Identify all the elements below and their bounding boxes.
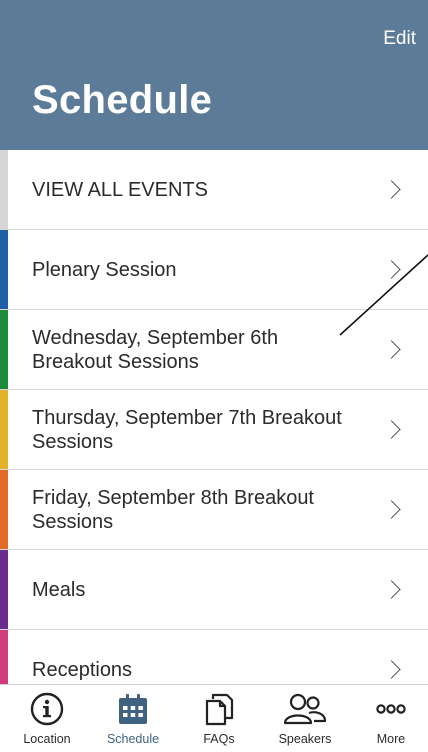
category-color-stripe [0,550,8,629]
category-color-stripe [0,470,8,549]
category-color-stripe [0,150,8,229]
documents-icon [201,691,237,732]
list-item-label: VIEW ALL EVENTS [32,178,208,201]
tab-label: Location [23,732,71,746]
annotation-pointer-line [339,254,428,336]
list-item-meals[interactable]: Meals [0,550,428,630]
list-item-friday-breakouts[interactable]: Friday, September 8th Breakout Sessions [0,470,428,550]
info-icon [29,691,65,732]
app-header: Edit Schedule [0,0,428,150]
tab-speakers[interactable]: Speakers [262,685,348,752]
list-item-label: Friday, September 8th Breakout Sessions [32,486,314,533]
list-item-label: Wednesday, September 6th Breakout Sessio… [32,326,279,373]
tab-label: FAQs [203,732,235,746]
people-icon [283,691,327,732]
list-item-thursday-breakouts[interactable]: Thursday, September 7th Breakout Session… [0,390,428,470]
schedule-list: VIEW ALL EVENTS Plenary Session Wednesda… [0,150,428,710]
tab-label: Speakers [278,732,332,746]
chevron-right-icon [382,659,401,679]
more-dots-icon [373,691,409,732]
calendar-icon [115,691,151,732]
category-color-stripe [0,230,8,309]
chevron-right-icon [382,179,401,199]
list-item-view-all-events[interactable]: VIEW ALL EVENTS [0,150,428,230]
tab-more[interactable]: More [348,685,428,752]
tab-faqs[interactable]: FAQs [176,685,262,752]
list-item-label: Receptions [32,658,133,681]
edit-button[interactable]: Edit [383,28,416,50]
category-color-stripe [0,310,8,389]
list-item-label: Plenary Session [32,258,177,281]
tab-label: Schedule [106,732,160,746]
bottom-tab-bar: Location Schedule FAQs Speakers More [0,684,428,752]
list-item-label: Meals [32,578,86,601]
tab-label: More [376,732,406,746]
chevron-right-icon [382,419,401,439]
tab-schedule[interactable]: Schedule [90,685,176,752]
chevron-right-icon [382,499,401,519]
list-item-label: Thursday, September 7th Breakout Session… [32,406,342,453]
chevron-right-icon [382,579,401,599]
tab-location[interactable]: Location [4,685,90,752]
page-title: Schedule [32,78,213,122]
category-color-stripe [0,390,8,469]
